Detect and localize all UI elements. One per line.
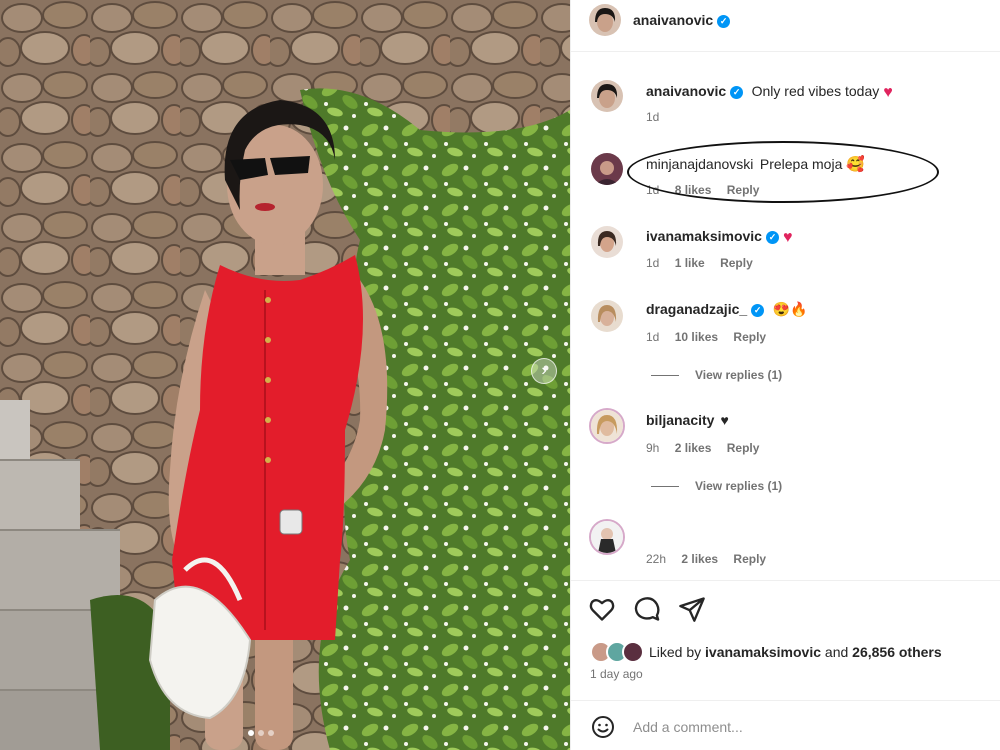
comment-likes[interactable]: 2 likes [675,441,712,455]
caption-username[interactable]: anaivanovic [646,83,726,99]
view-replies-button[interactable]: View replies (1) [651,368,782,382]
comment-time: 1d [646,330,660,344]
comment-avatar[interactable] [591,153,623,185]
liked-by-and: and [824,644,849,660]
author-username[interactable]: anaivanovic [633,12,713,28]
comment: draganadzajic_ ✓ 😍🔥 [646,301,807,319]
comment-avatar[interactable] [589,408,625,444]
comment-avatar[interactable] [591,300,623,332]
comment-meta: 1d 10 likes Reply [646,330,778,344]
comment-username[interactable]: ivanamaksimovic [646,228,762,244]
comment-meta: 22h 2 likes Reply [646,552,778,566]
like-heart-icon[interactable] [588,595,616,623]
comment-meta: 1d 1 like Reply [646,256,765,270]
post-actions: Liked by ivanamaksimovic and 26,856 othe… [571,580,1000,690]
post-header: anaivanovic ✓ [571,0,1000,52]
stone-wall [0,0,570,750]
verified-badge-icon: ✓ [717,15,731,28]
author-avatar[interactable] [589,4,621,36]
carousel-dot [268,730,274,736]
comment-time: 9h [646,441,660,455]
comment-bubble-icon[interactable] [633,595,661,623]
view-replies-button[interactable]: View replies (1) [651,479,782,493]
reply-button[interactable]: Reply [727,441,760,455]
comment-input[interactable] [633,715,953,739]
comment-avatar[interactable] [589,519,625,555]
comment-likes[interactable]: 10 likes [675,330,718,344]
likes-count[interactable]: 26,856 others [852,644,942,660]
carousel-dot [248,730,254,736]
reply-button[interactable]: Reply [733,552,766,566]
liked-by-user[interactable]: ivanamaksimovic [705,644,821,660]
carousel-next-button[interactable]: › [531,358,557,384]
comment-likes[interactable]: 2 likes [681,552,718,566]
heart-eyes-emoji-icon: 😍 [772,301,791,317]
comment-likes[interactable]: 1 like [675,256,705,270]
caption-text: Only red vibes today [751,83,880,99]
carousel-dot [258,730,264,736]
caption: anaivanovic ✓ Only red vibes today ♥ [646,83,893,102]
comment-time: 22h [646,552,667,566]
verified-badge-icon: ✓ [765,231,779,244]
verified-badge-icon: ✓ [751,304,765,317]
highlight-ellipse [627,141,939,203]
comment-avatar[interactable] [591,226,623,258]
red-heart-emoji-icon: ♥ [883,84,893,101]
post-photo[interactable]: › [0,0,570,750]
post-side-panel: anaivanovic ✓ anaivanovic ✓ Only red vibes… [570,0,1000,750]
comment-meta: 9h 2 likes Reply [646,441,771,455]
comment-time: 1d [646,256,660,270]
fire-emoji-icon: 🔥 [790,301,808,317]
liked-by-prefix: Liked by [649,644,702,660]
caption-time: 1d [646,110,660,124]
comment-username[interactable]: draganadzajic_ [646,301,747,317]
comment: ivanamaksimovic ✓ ♥ [646,228,792,247]
emoji-smile-icon[interactable] [591,715,615,739]
share-paper-plane-icon[interactable] [678,595,706,623]
reply-button[interactable]: Reply [720,256,753,270]
caption-avatar[interactable] [591,80,623,112]
liked-by-avatars [590,641,644,663]
add-comment-bar [571,700,1000,750]
post-time: 1 day ago [590,667,643,681]
caption-meta: 1d [646,110,671,124]
reply-button[interactable]: Reply [733,330,766,344]
carousel-dots [248,730,274,736]
comment-username[interactable]: biljanacity [646,412,714,428]
red-heart-emoji-icon: ♥ [782,229,793,246]
liked-by-text: Liked by ivanamaksimovic and 26,856 othe… [649,644,942,660]
comment: biljanacity ♥ [646,412,729,430]
verified-badge-icon: ✓ [730,86,744,99]
black-heart-emoji-icon: ♥ [720,412,729,428]
